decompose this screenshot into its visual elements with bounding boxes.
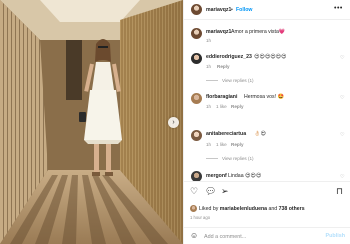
comment-likes[interactable]: 1 like xyxy=(216,104,227,109)
view-replies-button[interactable]: View replies (1) xyxy=(206,156,254,161)
comment-text: Hermosa vos! 🤩 xyxy=(244,94,284,100)
photo-illustration xyxy=(0,0,183,244)
add-comment-bar: ☺ Publish xyxy=(184,227,350,244)
post-header: mariavqz1 • Follow ••• xyxy=(184,0,350,20)
emoji-icon[interactable]: ☺ xyxy=(190,231,198,240)
action-bar: ♡ 💬︎ ➢ ⊓ xyxy=(184,181,350,203)
comment-icon[interactable]: 💬︎ xyxy=(205,186,216,197)
comment-username[interactable]: eddierodriguez_23 xyxy=(206,54,252,60)
comment-like-heart-icon[interactable]: ♡ xyxy=(340,55,344,61)
comment-reply-button[interactable]: Reply xyxy=(217,64,230,69)
liker-username[interactable]: mariabelenluduena xyxy=(220,206,267,212)
comment-like-heart-icon[interactable]: ♡ xyxy=(340,174,344,180)
comment-text: 😍😍😍😍😍😍 xyxy=(254,54,287,60)
instagram-post: › mariavqz1 • Follow ••• mariavqz1 Amor … xyxy=(0,0,350,244)
liked-by: Liked by mariabelenluduena and 738 other… xyxy=(199,206,305,212)
comment-text: Lindaa 😍😍😍 xyxy=(228,173,262,179)
comment-time: 1h xyxy=(206,104,212,109)
comment-avatar[interactable] xyxy=(191,93,202,104)
comment-text: 👌🏻😍 xyxy=(254,131,266,137)
caption-time: 1h xyxy=(206,38,212,43)
next-image-arrow[interactable]: › xyxy=(168,117,179,128)
comment-username[interactable]: anitabereciartua xyxy=(206,131,246,137)
liked-by-connector: and xyxy=(268,206,278,212)
comment-likes[interactable]: 1 like xyxy=(216,142,227,147)
caption-username[interactable]: mariavqz1 xyxy=(206,29,231,35)
liker-avatar[interactable] xyxy=(190,205,197,212)
comment-like-heart-icon[interactable]: ♡ xyxy=(340,132,344,138)
caption-avatar[interactable] xyxy=(191,28,202,39)
comment-username[interactable]: mergonf xyxy=(206,173,227,179)
more-options-icon[interactable]: ••• xyxy=(334,5,343,12)
bookmark-icon[interactable]: ⊓ xyxy=(336,186,343,197)
post-time: 1 hour ago xyxy=(190,215,211,220)
comment-time: 1h xyxy=(206,64,212,69)
caption-text: Amor a primera vista💗 xyxy=(231,29,286,35)
follow-button[interactable]: Follow xyxy=(236,7,252,13)
comment-avatar[interactable] xyxy=(191,53,202,64)
comment-username[interactable]: florbaragiani xyxy=(206,94,237,100)
author-username[interactable]: mariavqz1 xyxy=(206,7,231,13)
comment-time: 1h xyxy=(206,142,212,147)
liked-by-prefix: Liked by xyxy=(199,206,219,212)
view-replies-button[interactable]: View replies (1) xyxy=(206,78,254,83)
likes-others[interactable]: 738 others xyxy=(279,206,305,212)
add-comment-input[interactable] xyxy=(204,232,319,241)
author-avatar[interactable] xyxy=(191,4,202,15)
comment-reply-button[interactable]: Reply xyxy=(231,104,244,109)
publish-button[interactable]: Publish xyxy=(326,233,345,239)
comment-reply-button[interactable]: Reply xyxy=(231,142,244,147)
post-panel: mariavqz1 • Follow ••• mariavqz1 Amor a … xyxy=(183,0,350,244)
post-photo[interactable]: › xyxy=(0,0,183,244)
comment-like-heart-icon[interactable]: ♡ xyxy=(340,95,344,101)
heart-icon[interactable]: ♡ xyxy=(190,186,198,197)
header-separator: • xyxy=(231,7,233,13)
share-icon[interactable]: ➢ xyxy=(221,186,229,197)
comment-avatar[interactable] xyxy=(191,130,202,141)
